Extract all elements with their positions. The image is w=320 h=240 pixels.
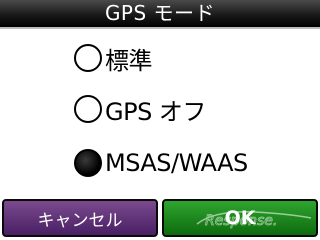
- ok-button-label: OK: [224, 207, 256, 229]
- cancel-button-label: キャンセル: [37, 210, 123, 231]
- option-standard[interactable]: 標準: [74, 38, 153, 78]
- radio-standard[interactable]: [74, 44, 102, 72]
- ok-button[interactable]: OK: [162, 199, 318, 237]
- cancel-button[interactable]: キャンセル: [2, 199, 158, 237]
- title-bar: GPS モード: [0, 0, 320, 27]
- gps-mode-screen: GPS モード 標準 GPS オフ MSAS/WAAS キャンセル OK Res…: [0, 0, 320, 240]
- option-msas-waas[interactable]: MSAS/WAAS: [74, 143, 248, 183]
- option-label-gps-off: GPS オフ: [105, 97, 206, 126]
- radio-gps-off[interactable]: [74, 95, 102, 123]
- page-title: GPS モード: [104, 1, 216, 25]
- option-label-standard: 標準: [105, 46, 153, 75]
- option-gps-off[interactable]: GPS オフ: [74, 89, 206, 129]
- radio-msas-waas[interactable]: [74, 149, 102, 177]
- option-label-msas-waas: MSAS/WAAS: [105, 149, 248, 177]
- gps-mode-options: 標準 GPS オフ MSAS/WAAS: [0, 29, 320, 199]
- button-bar: キャンセル OK: [0, 199, 320, 240]
